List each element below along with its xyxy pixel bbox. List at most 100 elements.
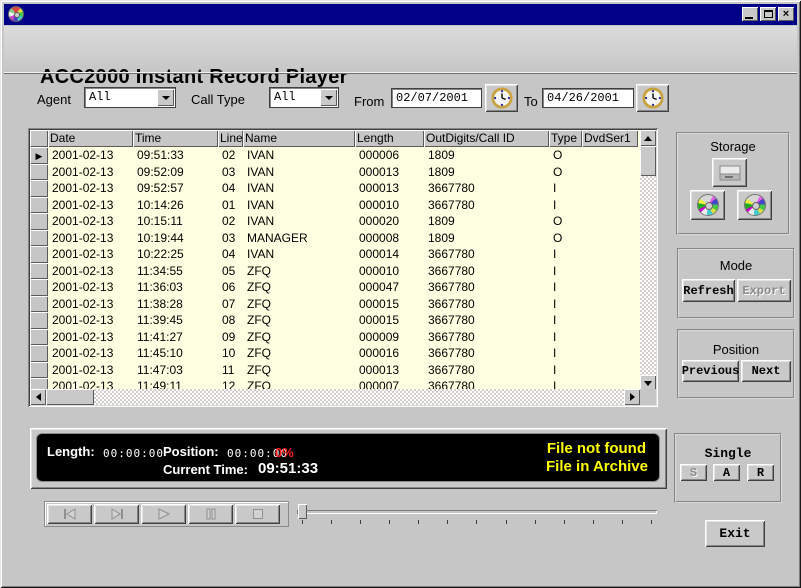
table-row[interactable]: 2001-02-1310:22:2504IVAN0000143667780I — [30, 246, 640, 263]
row-selector[interactable] — [30, 362, 48, 379]
single-a-button[interactable]: A — [713, 464, 740, 481]
agent-label: Agent — [37, 92, 71, 107]
column-header-line[interactable]: Line — [218, 130, 243, 147]
row-selector[interactable]: ▶ — [30, 147, 48, 164]
table-row[interactable]: 2001-02-1311:39:4508ZFQ0000153667780I — [30, 312, 640, 329]
skip-end-icon — [108, 508, 126, 520]
scroll-up-button[interactable] — [640, 130, 656, 146]
column-header-dvdser1[interactable]: DvdSer1 — [582, 130, 638, 147]
table-cell: 04 — [218, 180, 243, 197]
skip-to-end-button[interactable] — [94, 504, 139, 524]
slider-thumb[interactable] — [298, 504, 307, 519]
table-row[interactable]: 2001-02-1311:41:2709ZFQ0000093667780I — [30, 329, 640, 346]
row-selector[interactable] — [30, 246, 48, 263]
agent-dropdown-button[interactable] — [157, 89, 174, 106]
single-r-button[interactable]: R — [747, 464, 774, 481]
horizontal-scroll-thumb[interactable] — [46, 389, 94, 405]
column-header-time[interactable]: Time — [133, 130, 218, 147]
column-header-length[interactable]: Length — [355, 130, 424, 147]
horizontal-scrollbar[interactable] — [30, 389, 640, 405]
table-row[interactable]: 2001-02-1311:49:1112ZFQ0000073667780I — [30, 378, 640, 389]
table-cell: IVAN — [243, 180, 355, 197]
slider-track[interactable] — [297, 510, 657, 514]
table-row[interactable]: 2001-02-1311:36:0306ZFQ0000473667780I — [30, 279, 640, 296]
table-cell — [582, 362, 638, 379]
row-selector[interactable] — [30, 213, 48, 230]
seek-slider[interactable] — [294, 502, 660, 526]
table-cell — [582, 197, 638, 214]
table-cell: 2001-02-13 — [48, 345, 133, 362]
table-cell: 2001-02-13 — [48, 378, 133, 389]
table-row[interactable]: ▶2001-02-1309:51:3302IVAN0000061809O — [30, 147, 640, 164]
table-cell: 000013 — [355, 164, 424, 181]
previous-button[interactable]: Previous — [682, 360, 739, 382]
stop-button[interactable] — [235, 504, 280, 524]
storage-drive-button[interactable] — [712, 158, 747, 187]
single-s-button[interactable]: S — [680, 464, 707, 481]
row-selector[interactable] — [30, 378, 48, 389]
vertical-scrollbar[interactable] — [640, 130, 656, 391]
table-cell: 09:52:57 — [133, 180, 218, 197]
refresh-button[interactable]: Refresh — [682, 279, 735, 302]
table-row[interactable]: 2001-02-1311:47:0311ZFQ0000133667780I — [30, 362, 640, 379]
row-selector[interactable] — [30, 180, 48, 197]
status-message-1: File not found — [547, 440, 646, 457]
table-row[interactable]: 2001-02-1311:34:5505ZFQ0000103667780I — [30, 263, 640, 280]
slider-tick — [564, 520, 565, 524]
storage-cd-right-button[interactable] — [737, 190, 772, 220]
table-cell: 10:15:11 — [133, 213, 218, 230]
from-date-picker-button[interactable] — [485, 84, 518, 112]
column-header-name[interactable]: Name — [243, 130, 355, 147]
play-button[interactable] — [141, 504, 186, 524]
row-selector[interactable] — [30, 296, 48, 313]
pause-button[interactable] — [188, 504, 233, 524]
row-selector[interactable] — [30, 197, 48, 214]
table-row[interactable]: 2001-02-1311:38:2807ZFQ0000153667780I — [30, 296, 640, 313]
vertical-scroll-thumb[interactable] — [640, 146, 656, 176]
row-selector[interactable] — [30, 230, 48, 247]
scroll-right-button[interactable] — [624, 389, 640, 405]
close-button[interactable]: × — [778, 7, 794, 21]
table-cell: 10:19:44 — [133, 230, 218, 247]
title-bar[interactable]: × — [4, 4, 797, 25]
column-header-type[interactable]: Type — [549, 130, 582, 147]
table-row[interactable]: 2001-02-1310:19:4403MANAGER0000081809O — [30, 230, 640, 247]
call-type-dropdown-button[interactable] — [320, 89, 337, 106]
table-body[interactable]: ▶2001-02-1309:51:3302IVAN0000061809O2001… — [30, 147, 640, 389]
column-header-outdigits-call-id[interactable]: OutDigits/Call ID — [424, 130, 549, 147]
minimize-button[interactable] — [742, 7, 758, 21]
header-band: ACC2000 Instant Record Player — [4, 26, 797, 72]
status-display-screen: Length: 00:00:00 Position: 00:00:00 0% C… — [36, 433, 660, 482]
table-row[interactable]: 2001-02-1309:52:5704IVAN0000133667780I — [30, 180, 640, 197]
table-cell: 1809 — [424, 230, 549, 247]
row-selector[interactable] — [30, 279, 48, 296]
table-row[interactable]: 2001-02-1310:14:2601IVAN0000103667780I — [30, 197, 640, 214]
row-selector[interactable] — [30, 263, 48, 280]
to-date-picker-button[interactable] — [636, 84, 669, 112]
scroll-left-button[interactable] — [30, 389, 46, 405]
app-window: × ACC2000 Instant Record Player Agent Al… — [0, 0, 801, 588]
table-row[interactable]: 2001-02-1311:45:1010ZFQ0000163667780I — [30, 345, 640, 362]
records-table[interactable]: DateTimeLineNameLengthOutDigits/Call IDT… — [28, 128, 658, 407]
row-selector[interactable] — [30, 345, 48, 362]
call-type-select[interactable]: All — [269, 87, 339, 108]
table-cell: ZFQ — [243, 279, 355, 296]
row-selector[interactable] — [30, 329, 48, 346]
table-cell: I — [549, 197, 582, 214]
skip-to-start-button[interactable] — [47, 504, 92, 524]
agent-select[interactable]: All — [84, 87, 176, 108]
storage-cd-left-button[interactable] — [690, 190, 725, 220]
export-button[interactable]: Export — [737, 279, 791, 302]
exit-button[interactable]: Exit — [705, 520, 765, 547]
column-header-date[interactable]: Date — [48, 130, 133, 147]
row-selector[interactable] — [30, 164, 48, 181]
table-cell: 11:36:03 — [133, 279, 218, 296]
table-cell — [582, 147, 638, 164]
row-selector[interactable] — [30, 312, 48, 329]
to-date-field[interactable]: 04/26/2001 — [542, 88, 634, 108]
next-button[interactable]: Next — [741, 360, 791, 382]
maximize-button[interactable] — [760, 7, 776, 21]
table-row[interactable]: 2001-02-1309:52:0903IVAN0000131809O — [30, 164, 640, 181]
table-row[interactable]: 2001-02-1310:15:1102IVAN0000201809O — [30, 213, 640, 230]
from-date-field[interactable]: 02/07/2001 — [391, 88, 482, 108]
